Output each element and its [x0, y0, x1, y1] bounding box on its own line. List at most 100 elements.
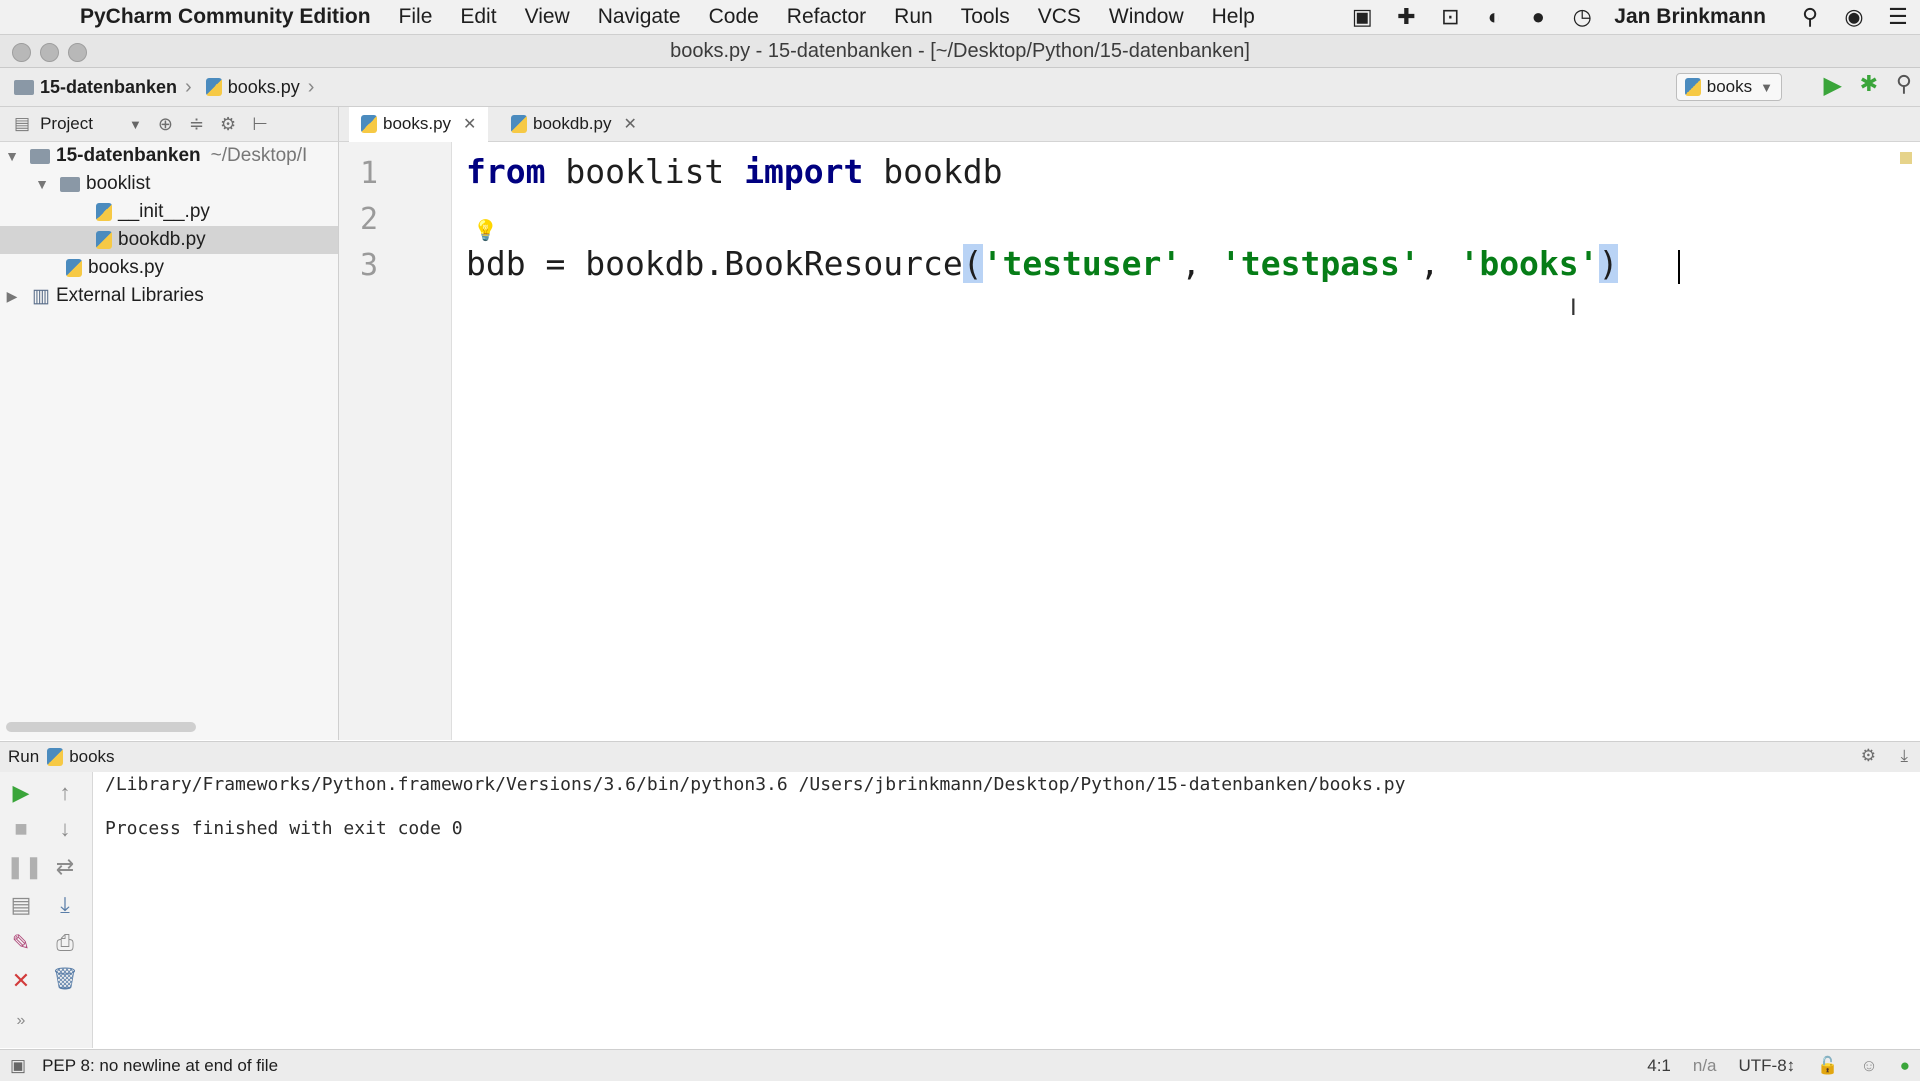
- camera-icon[interactable]: ⊡: [1434, 4, 1466, 29]
- plus-cross-icon[interactable]: ✚: [1390, 4, 1422, 29]
- string-arg-pass: 'testpass': [1221, 244, 1420, 283]
- chevron-right-icon: ›: [185, 75, 192, 98]
- package-folder-icon: [60, 176, 80, 192]
- menu-navigate[interactable]: Navigate: [598, 5, 681, 29]
- menu-file[interactable]: File: [399, 5, 433, 29]
- tree-item-booklist[interactable]: ▼ booklist: [0, 170, 338, 198]
- stop-button[interactable]: ■: [6, 816, 36, 842]
- pin-icon[interactable]: ✎: [6, 930, 36, 956]
- leaf-icon[interactable]: ◐: [1478, 4, 1510, 29]
- folder-icon: [14, 79, 34, 95]
- line-number: 1: [359, 156, 379, 191]
- run-button[interactable]: ▶: [1824, 71, 1842, 100]
- tab-bookdb-py[interactable]: bookdb.py ✕: [499, 107, 649, 141]
- tab-label: books.py: [383, 114, 452, 133]
- menu-tools[interactable]: Tools: [961, 5, 1010, 29]
- trash-icon[interactable]: 🗑: [50, 966, 80, 992]
- gear-icon[interactable]: ⚙: [1861, 746, 1876, 766]
- line-separator[interactable]: n/a: [1693, 1056, 1717, 1076]
- code-editor[interactable]: from booklist import bookdb bdb = bookdb…: [452, 142, 1920, 740]
- gear-icon[interactable]: ⚙: [220, 114, 236, 135]
- search-everywhere-icon[interactable]: ⚲: [1896, 71, 1912, 97]
- tree-item-bookdb-py[interactable]: bookdb.py: [0, 226, 338, 254]
- menu-vcs[interactable]: VCS: [1038, 5, 1081, 29]
- layout-icon[interactable]: ▤: [6, 892, 36, 918]
- tool-windows-icon[interactable]: ▣: [10, 1056, 26, 1076]
- run-toolbar: ▶ ↑ ■ ↓ ❚❚ ⇄ ▤ ⤓ ✎ ⎙ 🗑 ✕ »: [0, 772, 93, 1048]
- menu-code[interactable]: Code: [709, 5, 759, 29]
- menu-run[interactable]: Run: [894, 5, 933, 29]
- expanded-arrow-icon[interactable]: ▼: [4, 148, 20, 164]
- run-configuration-label: books: [1706, 77, 1753, 96]
- tree-item-label: books.py: [88, 257, 165, 278]
- inspector-icon[interactable]: ☺: [1860, 1056, 1877, 1076]
- app-menu[interactable]: PyCharm Community Edition: [80, 5, 371, 29]
- python-file-icon: [66, 259, 82, 277]
- run-config-label[interactable]: books: [69, 747, 114, 767]
- python-file-icon: [1684, 78, 1701, 96]
- inspection-marker[interactable]: [1900, 152, 1912, 164]
- scroll-from-source-icon[interactable]: ⊕: [158, 114, 173, 135]
- run-console[interactable]: /Library/Frameworks/Python.framework/Ver…: [93, 772, 1920, 1048]
- breadcrumb-file-label: books.py: [227, 76, 300, 97]
- siri-icon[interactable]: ◉: [1838, 4, 1870, 29]
- lock-icon[interactable]: 🔓: [1817, 1056, 1838, 1076]
- scroll-to-end-icon[interactable]: ⤓: [50, 892, 80, 918]
- chat-icon[interactable]: ●: [1522, 4, 1554, 29]
- more-icon[interactable]: »: [6, 1012, 36, 1030]
- code-line-3[interactable]: bdb = bookdb.BookResource('testuser', 't…: [466, 244, 1619, 283]
- rerun-button[interactable]: ▶: [6, 780, 36, 806]
- arg-separator: ,: [1181, 244, 1222, 283]
- soft-wrap-icon[interactable]: ⇄: [50, 854, 80, 880]
- run-configuration-select[interactable]: books ▼: [1675, 73, 1782, 101]
- tree-item-project-root[interactable]: ▼ 15-datenbanken ~/Desktop/I: [0, 142, 338, 170]
- tab-books-py[interactable]: books.py ✕: [349, 107, 489, 144]
- project-horizontal-scrollbar[interactable]: [6, 722, 196, 732]
- breadcrumb-file[interactable]: books.py ›: [205, 76, 314, 99]
- project-view-select[interactable]: Project: [40, 114, 93, 134]
- run-panel-header: Run books ⚙ ⤓: [0, 741, 1920, 773]
- print-icon[interactable]: ⎙: [50, 930, 80, 956]
- chevron-down-icon[interactable]: ▼: [129, 117, 142, 132]
- tree-root-label: 15-datenbanken: [56, 145, 201, 166]
- collapse-all-icon[interactable]: ≑: [189, 114, 204, 135]
- caret-position[interactable]: 4:1: [1647, 1056, 1671, 1076]
- tree-item-books-py[interactable]: books.py: [0, 254, 338, 282]
- hide-panel-icon[interactable]: ⊢: [252, 114, 268, 135]
- spotlight-search-icon[interactable]: ⚲: [1794, 4, 1826, 29]
- menu-view[interactable]: View: [525, 5, 570, 29]
- lightbulb-icon[interactable]: 💡: [473, 218, 498, 243]
- screen-recorder-icon[interactable]: ▣: [1346, 4, 1378, 29]
- time-machine-icon[interactable]: ◷: [1566, 4, 1598, 29]
- collapsed-arrow-icon[interactable]: ▶: [4, 288, 20, 305]
- file-encoding[interactable]: UTF-8↕: [1739, 1056, 1796, 1076]
- expanded-arrow-icon[interactable]: ▼: [34, 176, 50, 192]
- menu-help[interactable]: Help: [1212, 5, 1255, 29]
- close-run-icon[interactable]: ✕: [6, 968, 36, 994]
- notification-center-icon[interactable]: ☰: [1882, 4, 1914, 29]
- menu-edit[interactable]: Edit: [460, 5, 496, 29]
- scroll-up-icon[interactable]: ↑: [50, 780, 80, 806]
- user-name[interactable]: Jan Brinkmann: [1614, 5, 1766, 29]
- scroll-down-icon[interactable]: ↓: [50, 816, 80, 842]
- open-paren: (: [962, 244, 983, 283]
- close-tab-icon[interactable]: ✕: [463, 114, 476, 134]
- code-line-1[interactable]: from booklist import bookdb: [466, 152, 1003, 191]
- line-number: 3: [359, 248, 379, 283]
- menu-refactor[interactable]: Refactor: [787, 5, 866, 29]
- breadcrumb-project[interactable]: 15-datenbanken ›: [14, 76, 192, 99]
- keyword-from: from: [466, 152, 546, 191]
- event-log-icon[interactable]: ●: [1900, 1056, 1910, 1076]
- editor-tabs: books.py ✕ bookdb.py ✕: [339, 107, 1920, 144]
- debug-bug-icon[interactable]: ✱: [1860, 71, 1878, 97]
- tree-item-init-py[interactable]: __init__.py: [0, 198, 338, 226]
- string-arg-user: 'testuser': [982, 244, 1182, 283]
- tree-item-label: bookdb.py: [118, 229, 206, 250]
- hide-panel-icon[interactable]: ⤓: [1900, 746, 1908, 766]
- pause-button[interactable]: ❚❚: [6, 854, 43, 880]
- close-tab-icon[interactable]: ✕: [623, 114, 636, 134]
- python-file-icon: [96, 231, 112, 249]
- console-command-line: /Library/Frameworks/Python.framework/Ver…: [105, 774, 1406, 795]
- tree-item-external-libraries[interactable]: ▶ ▥ External Libraries: [0, 282, 338, 310]
- menu-window[interactable]: Window: [1109, 5, 1184, 29]
